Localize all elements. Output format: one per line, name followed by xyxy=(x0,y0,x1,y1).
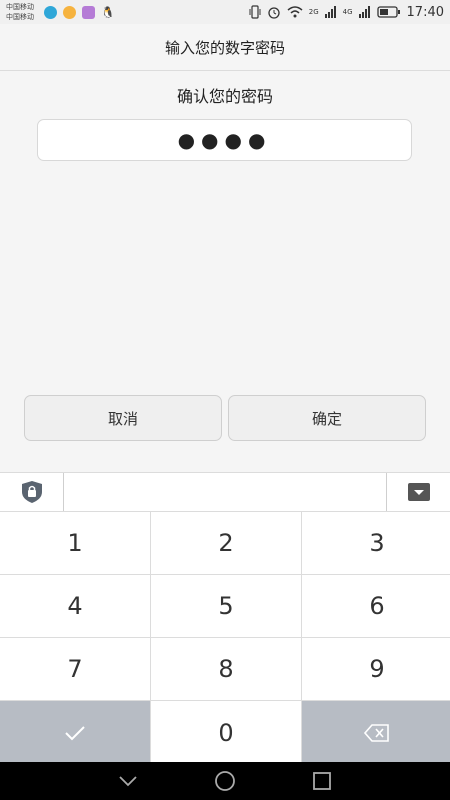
browser-app-icon xyxy=(63,5,76,19)
system-nav-bar xyxy=(0,762,450,800)
key-9[interactable]: 9 xyxy=(302,638,450,700)
key-5[interactable]: 5 xyxy=(151,575,301,637)
backspace-key[interactable] xyxy=(302,701,450,765)
status-bar: 中国移动 中国移动 🐧 2G 4G 17:40 xyxy=(0,0,450,24)
battery-icon xyxy=(376,6,400,18)
key-8[interactable]: 8 xyxy=(151,638,301,700)
nav-home-button[interactable] xyxy=(205,766,245,796)
backspace-icon xyxy=(364,724,389,742)
signal-icon-2 xyxy=(358,6,370,18)
nav-back-button[interactable] xyxy=(108,766,148,796)
key-3[interactable]: 3 xyxy=(302,512,450,574)
qq-icon: 🐧 xyxy=(101,5,115,19)
shield-lock-icon xyxy=(21,481,42,503)
alarm-icon xyxy=(268,7,280,19)
key-6[interactable]: 6 xyxy=(302,575,450,637)
hide-keyboard-button[interactable] xyxy=(386,473,450,511)
password-mask: ●●●● xyxy=(177,128,272,152)
done-key[interactable] xyxy=(0,701,150,765)
carrier-2: 中国移动 xyxy=(6,13,34,21)
moon-app-icon xyxy=(44,5,57,19)
key-2[interactable]: 2 xyxy=(151,512,301,574)
key-7[interactable]: 7 xyxy=(0,638,150,700)
checkmark-icon xyxy=(65,726,85,741)
network-4g-label: 4G xyxy=(342,8,353,16)
secure-keyboard-indicator xyxy=(0,473,64,511)
page-title: 输入您的数字密码 xyxy=(164,38,285,57)
recents-square-icon xyxy=(312,772,331,790)
status-left: 中国移动 中国移动 🐧 xyxy=(6,2,115,22)
key-4[interactable]: 4 xyxy=(0,575,150,637)
home-circle-icon xyxy=(215,771,235,791)
network-2g-label: 2G xyxy=(308,8,319,16)
music-app-icon xyxy=(82,5,95,19)
key-1[interactable]: 1 xyxy=(0,512,150,574)
carrier-1: 中国移动 xyxy=(6,3,34,11)
numeric-keypad: 1 2 3 4 5 6 7 8 9 0 xyxy=(0,512,450,765)
wifi-icon xyxy=(287,6,303,18)
vibrate-icon xyxy=(249,5,261,19)
back-chevron-icon xyxy=(119,776,137,787)
keyboard-toolbar xyxy=(0,472,450,512)
cancel-button[interactable]: 取消 xyxy=(24,395,222,441)
page-title-bar: 输入您的数字密码 xyxy=(0,24,450,71)
confirm-password-prompt: 确认您的密码 xyxy=(176,87,273,106)
hide-keyboard-icon xyxy=(407,483,430,501)
key-0[interactable]: 0 xyxy=(151,701,301,765)
content-area: 确认您的密码 ●●●● 取消 确定 xyxy=(0,71,450,471)
signal-icon-1 xyxy=(324,6,336,18)
password-input[interactable]: ●●●● xyxy=(37,119,412,161)
clock: 17:40 xyxy=(406,4,444,20)
status-right: 2G 4G 17:40 xyxy=(249,5,444,20)
nav-recents-button[interactable] xyxy=(302,766,342,796)
carrier-info: 中国移动 中国移动 xyxy=(6,2,38,22)
confirm-button[interactable]: 确定 xyxy=(228,395,426,441)
